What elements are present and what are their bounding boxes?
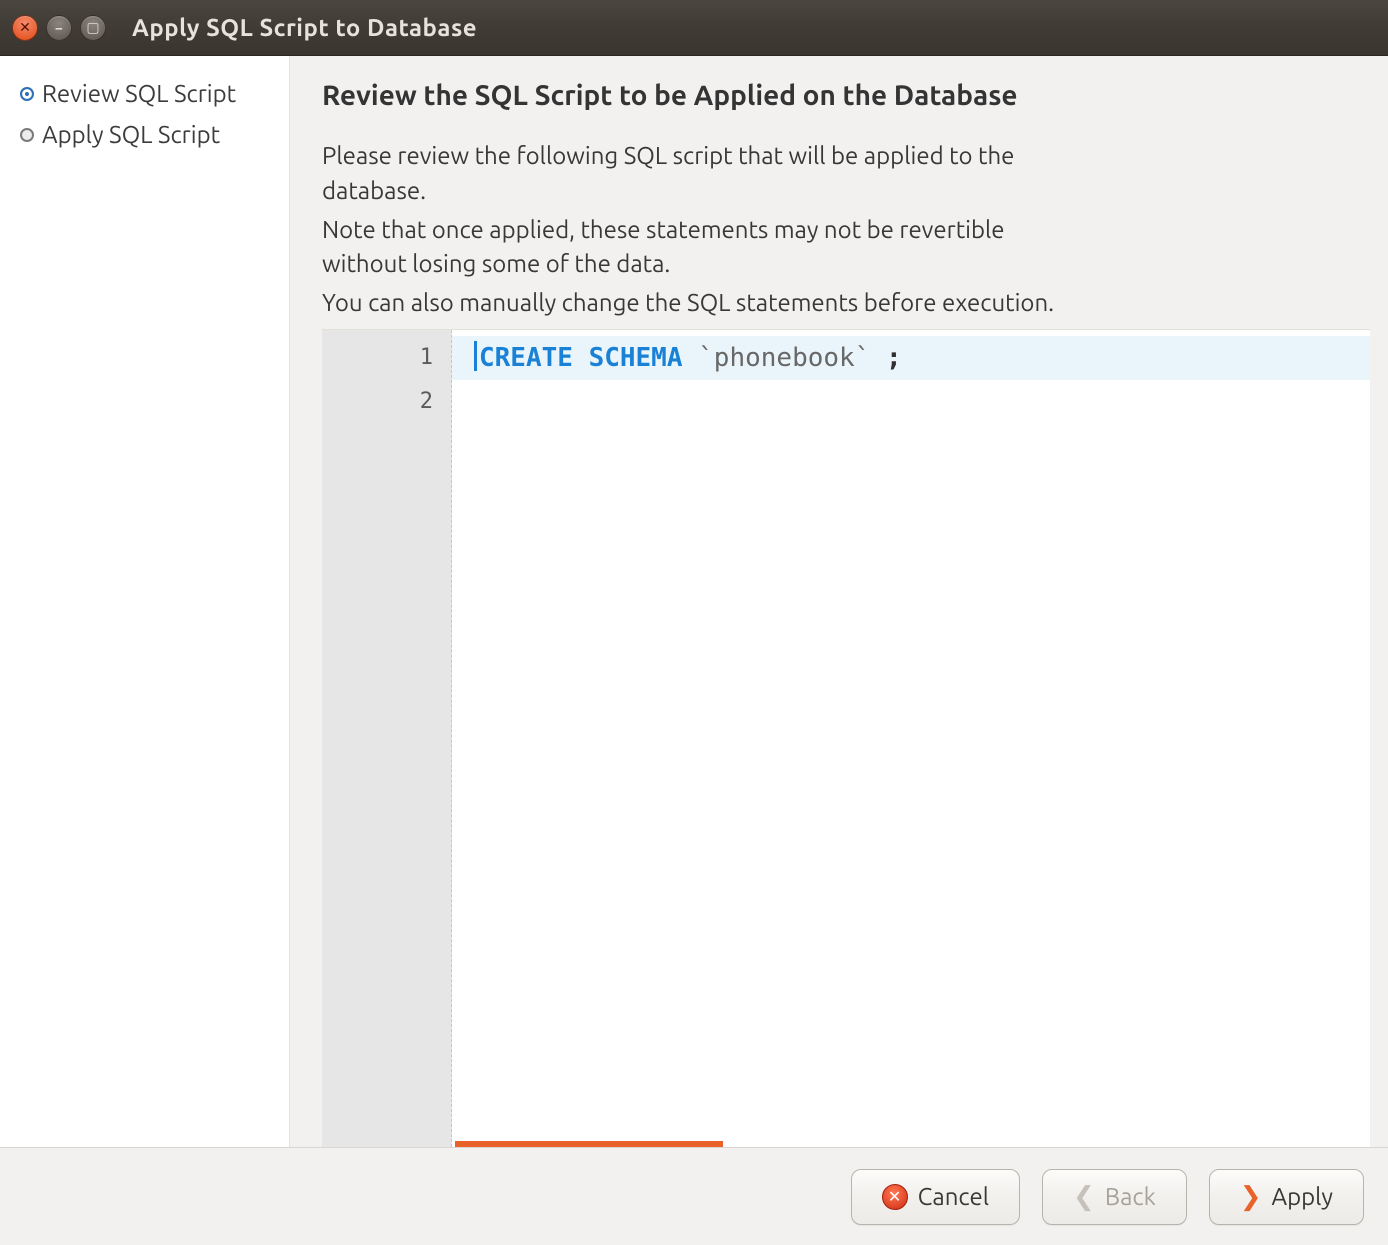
titlebar: ✕ − ▢ Apply SQL Script to Database (0, 0, 1388, 56)
wizard-step-label: Review SQL Script (42, 80, 236, 107)
cancel-button[interactable]: ✕ Cancel (851, 1169, 1020, 1225)
button-label: Cancel (918, 1183, 989, 1210)
sql-editor[interactable]: 1 2 CREATE SCHEMA `phonebook` ; (322, 329, 1370, 1147)
wizard-sidebar: Review SQL Script Apply SQL Script (0, 56, 290, 1147)
page-title: Review the SQL Script to be Applied on t… (322, 80, 1370, 111)
editor-code-area[interactable]: CREATE SCHEMA `phonebook` ; (452, 330, 1370, 1147)
line-number: 2 (322, 380, 451, 424)
code-line[interactable]: CREATE SCHEMA `phonebook` ; (452, 336, 1370, 380)
code-line[interactable] (452, 380, 1370, 424)
radio-inactive-icon (20, 128, 34, 142)
chevron-left-icon: ❮ (1073, 1181, 1095, 1212)
cancel-icon: ✕ (882, 1184, 908, 1210)
editor-gutter: 1 2 (322, 330, 452, 1147)
close-icon: ✕ (19, 19, 31, 36)
dialog-footer: ✕ Cancel ❮ Back ❯ Apply (0, 1147, 1388, 1245)
wizard-step-review[interactable]: Review SQL Script (20, 80, 273, 107)
chevron-right-icon: ❯ (1240, 1181, 1262, 1212)
workarea: Review SQL Script Apply SQL Script Revie… (0, 56, 1388, 1147)
button-label: Apply (1271, 1183, 1333, 1210)
button-label: Back (1105, 1183, 1156, 1210)
window-title: Apply SQL Script to Database (132, 14, 477, 41)
minimize-icon: − (55, 20, 63, 36)
instructions-line: You can also manually change the SQL sta… (322, 286, 1092, 321)
sql-identifier: `phonebook` (698, 343, 870, 373)
window-close-button[interactable]: ✕ (12, 15, 38, 41)
maximize-icon: ▢ (86, 19, 99, 36)
sql-terminator: ; (886, 343, 902, 373)
back-button: ❮ Back (1042, 1169, 1187, 1225)
text-cursor-icon (474, 341, 477, 371)
sql-keyword: CREATE SCHEMA (479, 343, 683, 373)
window-maximize-button[interactable]: ▢ (80, 15, 106, 41)
instructions-line: Please review the following SQL script t… (322, 139, 1092, 209)
editor-scroll-indicator[interactable] (455, 1141, 723, 1147)
line-number: 1 (322, 336, 451, 380)
instructions-line: Note that once applied, these statements… (322, 213, 1092, 283)
window-minimize-button[interactable]: − (46, 15, 72, 41)
wizard-step-label: Apply SQL Script (42, 121, 220, 148)
main-panel: Review the SQL Script to be Applied on t… (290, 56, 1388, 1147)
wizard-step-apply[interactable]: Apply SQL Script (20, 121, 273, 148)
radio-active-icon (20, 87, 34, 101)
apply-button[interactable]: ❯ Apply (1209, 1169, 1364, 1225)
